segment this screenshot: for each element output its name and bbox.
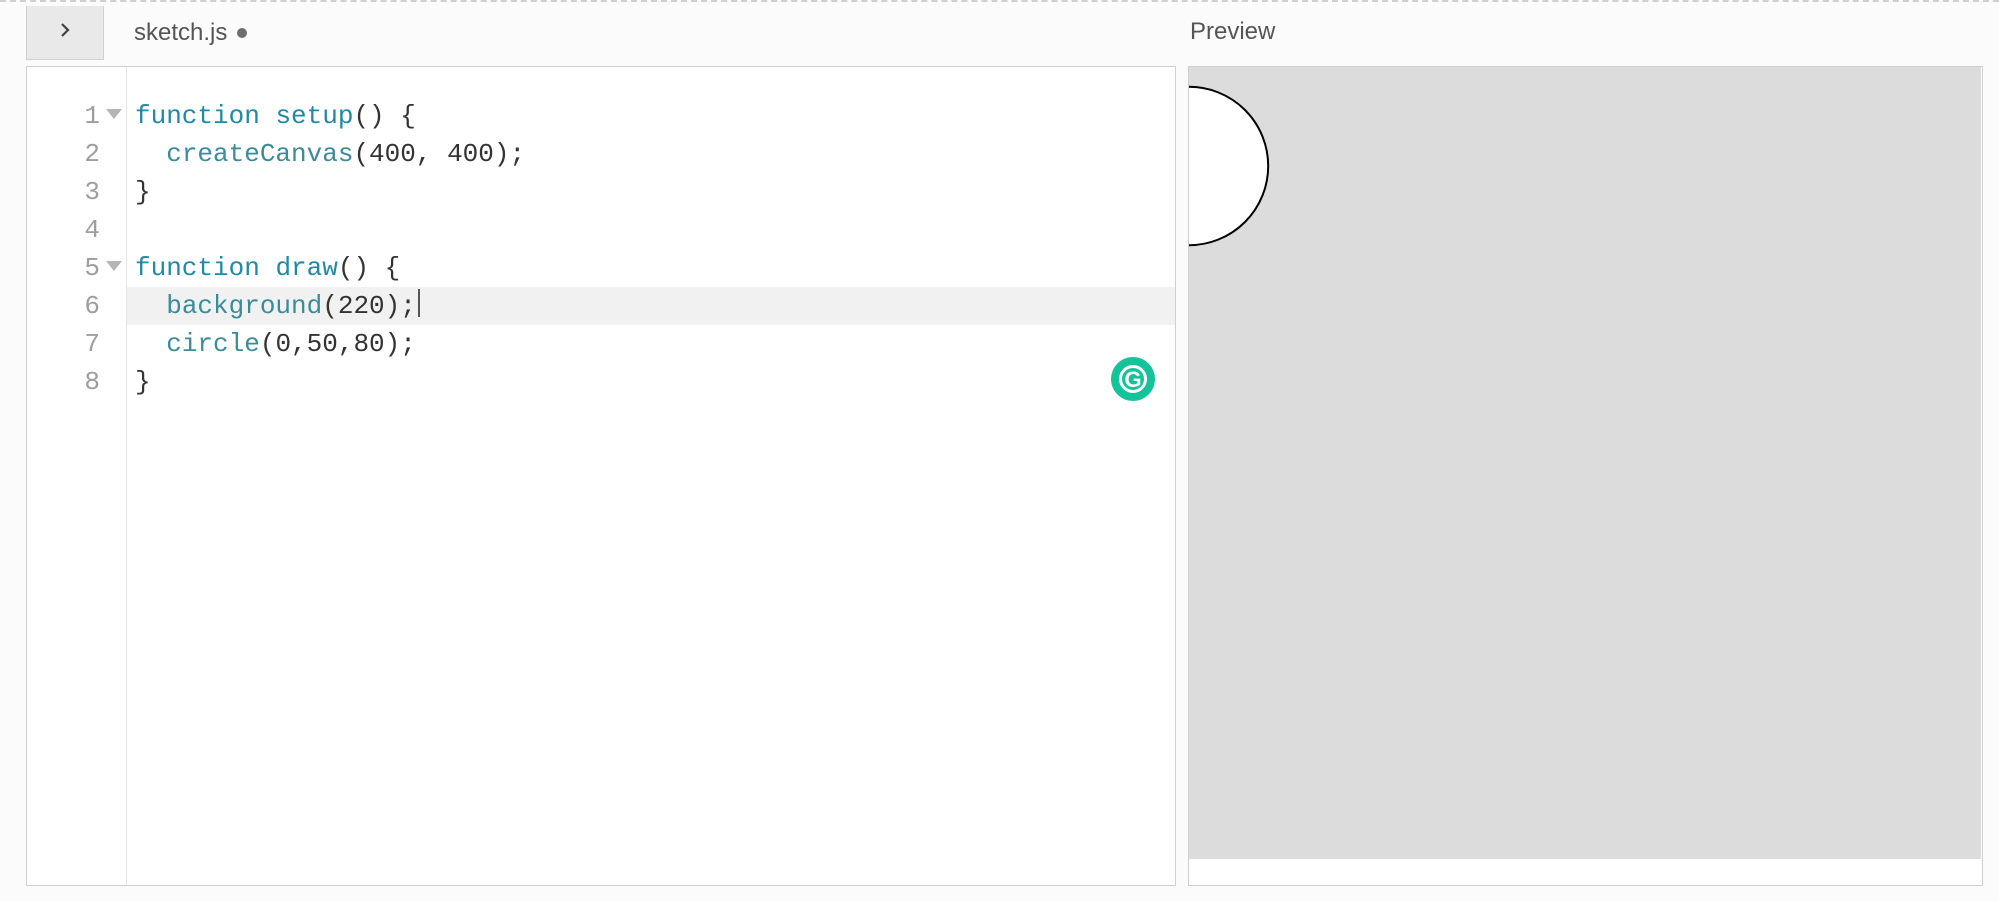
code-line[interactable]: } bbox=[127, 363, 1175, 401]
line-number: 8 bbox=[27, 363, 126, 401]
code-line[interactable]: createCanvas(400, 400); bbox=[127, 135, 1175, 173]
code-area[interactable]: function setup() { createCanvas(400, 400… bbox=[127, 67, 1175, 885]
line-number: 2 bbox=[27, 135, 126, 173]
text-cursor bbox=[418, 289, 420, 317]
line-number-gutter: 12345678 bbox=[27, 67, 127, 885]
code-line[interactable]: circle(0,50,80); bbox=[127, 325, 1175, 363]
editor-header: sketch.js Preview bbox=[0, 6, 1999, 60]
code-line[interactable]: function setup() { bbox=[127, 97, 1175, 135]
code-line[interactable]: background(220); bbox=[127, 287, 1175, 325]
grammarly-button[interactable]: G bbox=[1111, 357, 1155, 401]
preview-pane bbox=[1188, 66, 1983, 886]
code-line[interactable]: } bbox=[127, 173, 1175, 211]
app-root: sketch.js Preview 12345678 function setu… bbox=[0, 0, 1999, 886]
line-number: 3 bbox=[27, 173, 126, 211]
code-line[interactable] bbox=[127, 211, 1175, 249]
file-name: sketch.js bbox=[134, 19, 227, 47]
line-number: 7 bbox=[27, 325, 126, 363]
sketch-canvas bbox=[1189, 67, 1981, 859]
chevron-right-icon bbox=[56, 21, 74, 44]
unsaved-indicator-icon bbox=[237, 28, 247, 38]
line-number: 6 bbox=[27, 287, 126, 325]
code-line[interactable]: function draw() { bbox=[127, 249, 1175, 287]
fold-arrow-icon[interactable] bbox=[106, 261, 122, 271]
line-number: 4 bbox=[27, 211, 126, 249]
grammarly-icon: G bbox=[1119, 365, 1147, 393]
code-editor[interactable]: 12345678 function setup() { createCanvas… bbox=[26, 66, 1176, 886]
fold-arrow-icon[interactable] bbox=[106, 109, 122, 119]
sidebar-toggle-button[interactable] bbox=[26, 6, 104, 60]
line-number: 5 bbox=[27, 249, 126, 287]
file-tab[interactable]: sketch.js bbox=[104, 6, 247, 60]
preview-pane-title: Preview bbox=[1190, 18, 1275, 46]
panes: 12345678 function setup() { createCanvas… bbox=[0, 66, 1999, 886]
line-number: 1 bbox=[27, 97, 126, 135]
